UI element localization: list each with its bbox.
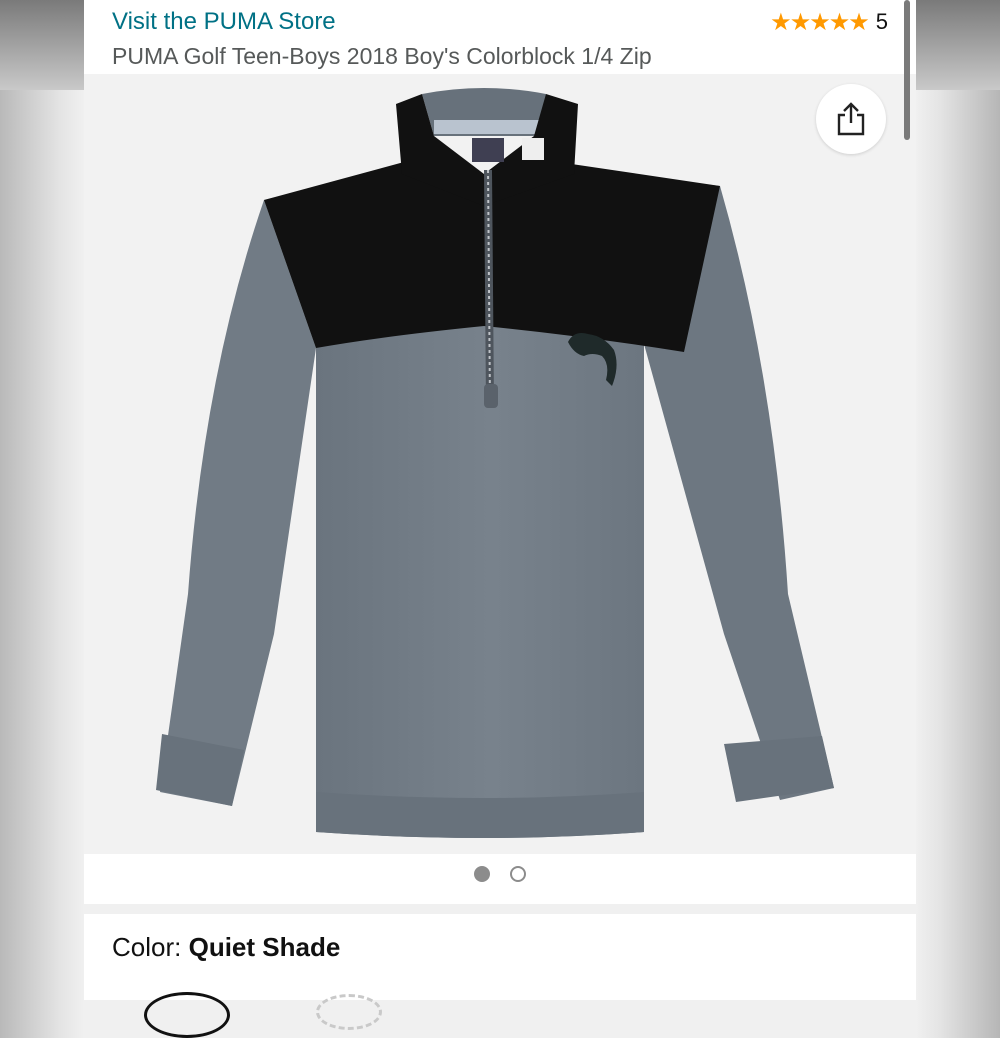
scrollbar[interactable] [904, 0, 910, 140]
rating-stars-icon: ★★★★★ [770, 8, 870, 36]
store-link[interactable]: Visit the PUMA Store [112, 8, 336, 36]
gallery-dot-2[interactable] [510, 866, 526, 882]
color-label: Color: [112, 932, 182, 962]
gallery-dot-1[interactable] [474, 866, 490, 882]
color-row: Color: Quiet Shade [112, 932, 340, 963]
color-swatch-selected[interactable] [144, 992, 230, 1038]
color-swatch[interactable] [316, 994, 382, 1030]
share-icon [837, 102, 865, 136]
color-panel: Color: Quiet Shade [84, 914, 916, 1038]
jacket-image [156, 88, 834, 838]
gallery-dots [84, 866, 916, 882]
product-title: PUMA Golf Teen-Boys 2018 Boy's Colorbloc… [112, 43, 652, 69]
product-panel: Visit the PUMA Store ★★★★★ 5 PUMA Golf T… [84, 0, 916, 904]
rating[interactable]: ★★★★★ 5 [770, 8, 888, 36]
share-button[interactable] [816, 84, 886, 154]
product-image[interactable] [84, 74, 916, 854]
color-value: Quiet Shade [188, 932, 341, 962]
rating-count: 5 [875, 9, 888, 34]
